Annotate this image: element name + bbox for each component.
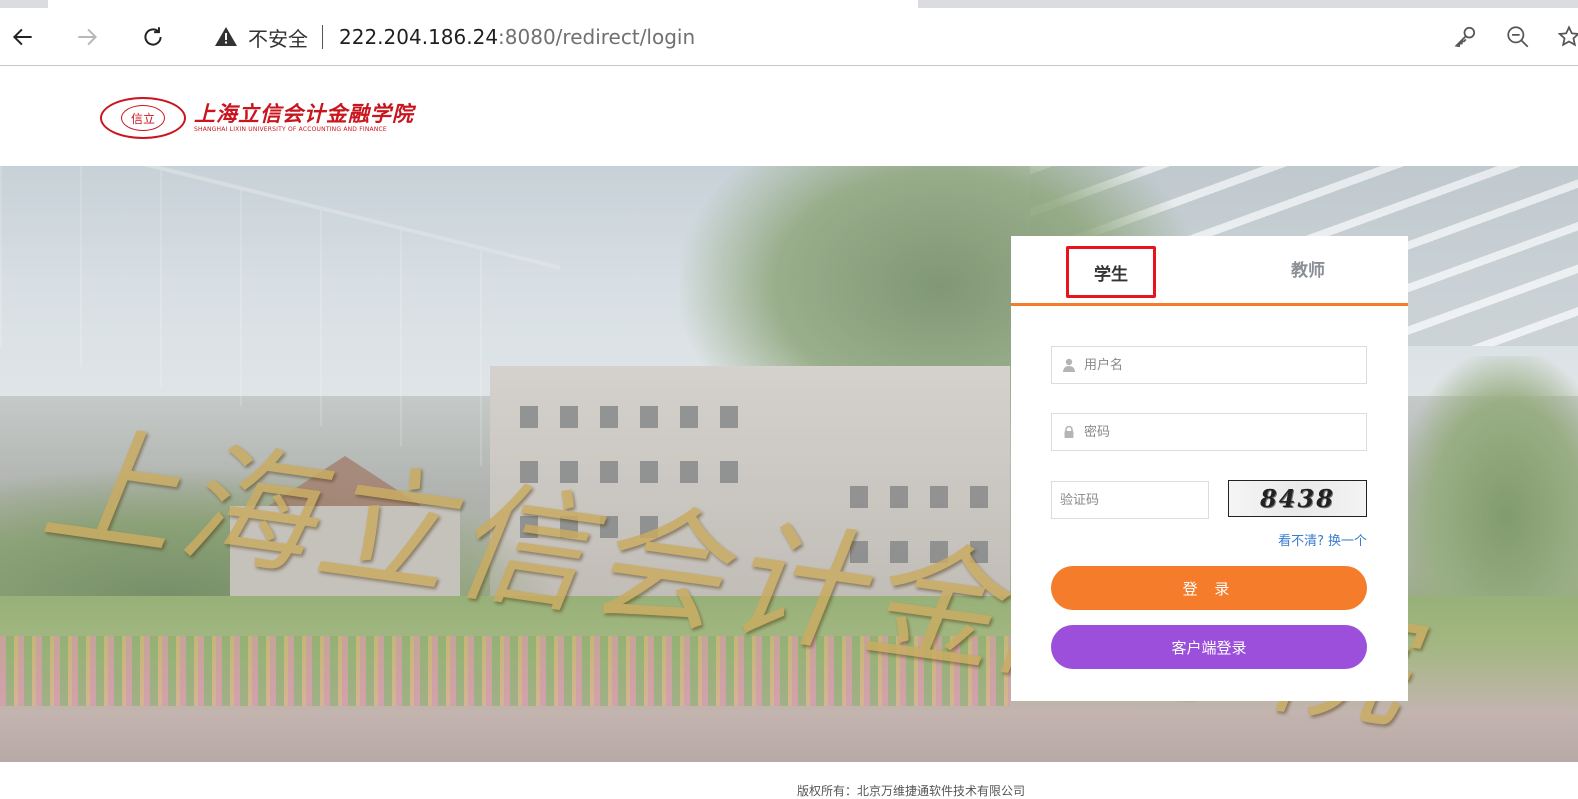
client-login-button[interactable]: 客户端登录	[1051, 625, 1367, 669]
university-logo: 信立 上海立信会计金融学院 SHANGHAI LIXIN UNIVERSITY …	[100, 97, 414, 139]
arrow-left-icon	[12, 28, 32, 46]
favorite-star-icon[interactable]	[1556, 24, 1578, 50]
password-field[interactable]	[1051, 413, 1367, 451]
logo-name-cn: 上海立信会计金融学院	[194, 101, 414, 126]
seal-text: 信立	[121, 105, 165, 131]
url-path: :8080/redirect/login	[498, 25, 696, 49]
tab-student[interactable]: 学生	[1066, 246, 1156, 298]
password-input[interactable]	[1076, 414, 1366, 450]
key-icon[interactable]	[1452, 24, 1478, 50]
copyright-text: 版权所有：北京万维捷通软件技术有限公司	[797, 784, 1026, 798]
tab-teacher[interactable]: 教师	[1263, 242, 1353, 294]
arrow-right-icon	[78, 28, 98, 46]
captcha-image[interactable]: 8438	[1228, 480, 1367, 517]
captcha-field[interactable]	[1051, 481, 1209, 519]
browser-active-tab[interactable]	[48, 0, 918, 8]
security-label[interactable]: 不安全	[248, 23, 308, 52]
captcha-text: 8438	[1260, 484, 1335, 513]
address-divider	[322, 25, 323, 49]
login-button[interactable]: 登 录	[1051, 566, 1367, 610]
page-header: 信立 上海立信会计金融学院 SHANGHAI LIXIN UNIVERSITY …	[0, 67, 1578, 166]
page-footer: 版权所有：北京万维捷通软件技术有限公司	[0, 762, 1578, 798]
browser-toolbar: 不安全 222.204.186.24 :8080/redirect/login	[0, 8, 1578, 66]
forward-button[interactable]	[70, 20, 104, 54]
url-host: 222.204.186.24	[339, 25, 499, 49]
logo-name-en: SHANGHAI LIXIN UNIVERSITY OF ACCOUNTING …	[194, 126, 387, 133]
back-button[interactable]	[6, 20, 40, 54]
address-bar[interactable]: 不安全 222.204.186.24 :8080/redirect/login	[196, 14, 1578, 60]
logo-text: 上海立信会计金融学院 SHANGHAI LIXIN UNIVERSITY OF …	[194, 102, 414, 134]
login-panel: 学生 教师 8438 看不清? 换一个 登 录 客户端登录	[1011, 236, 1408, 701]
captcha-refresh-question[interactable]: 看不清?	[1278, 534, 1324, 549]
reload-button[interactable]	[136, 20, 170, 54]
username-input[interactable]	[1076, 347, 1366, 383]
browser-tabstrip	[0, 0, 1578, 8]
captcha-refresh-link[interactable]: 换一个	[1328, 534, 1367, 549]
login-tabs: 学生 教师	[1011, 236, 1408, 306]
username-field[interactable]	[1051, 346, 1367, 384]
zoom-out-icon[interactable]	[1505, 24, 1531, 50]
lock-icon	[1064, 425, 1074, 438]
warning-icon[interactable]	[214, 25, 238, 49]
reload-icon	[144, 27, 162, 46]
captcha-refresh: 看不清? 换一个	[1274, 530, 1367, 549]
user-icon	[1063, 358, 1075, 372]
university-seal: 信立	[100, 97, 186, 139]
captcha-input[interactable]	[1052, 482, 1208, 518]
